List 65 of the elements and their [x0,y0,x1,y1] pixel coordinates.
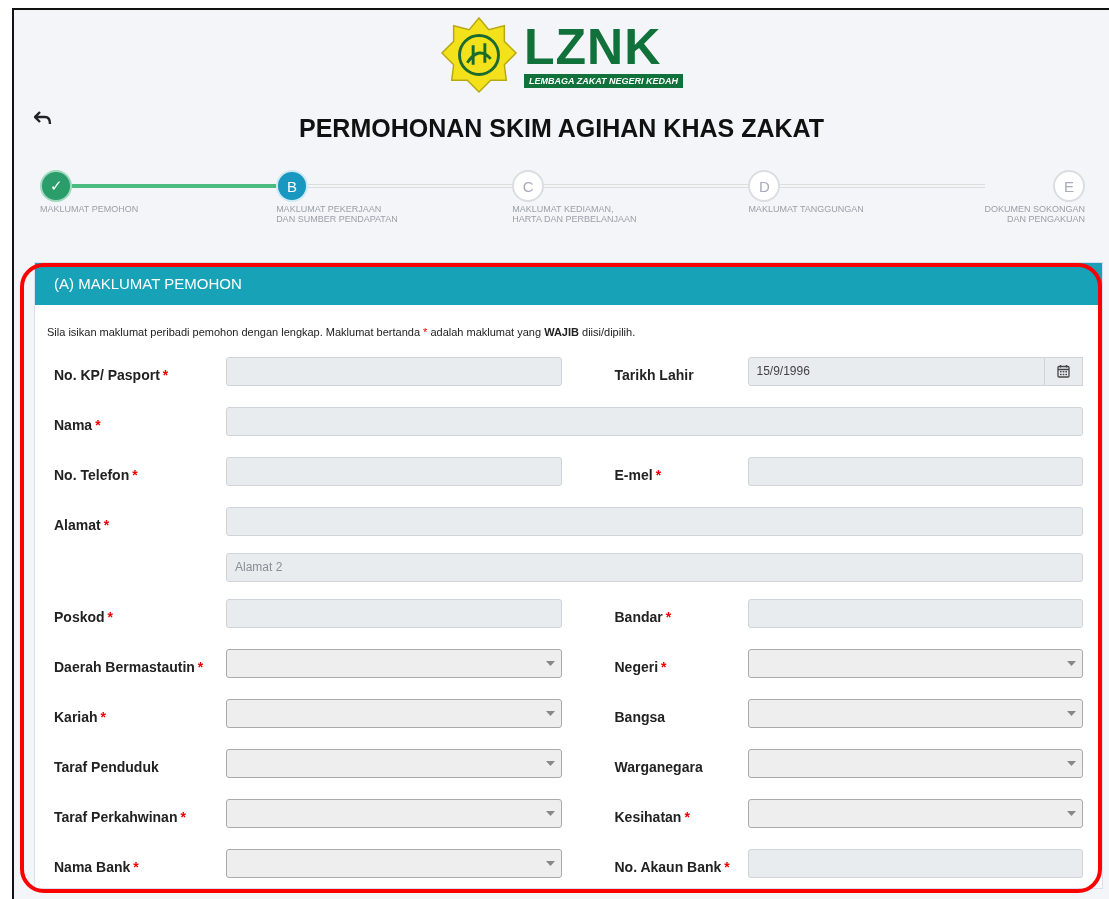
field-label: Bangsa [614,708,666,725]
input-field[interactable] [747,848,1083,878]
field-label: No. KP/ Pasport * [54,366,169,383]
step-circle[interactable]: B [276,170,309,202]
input-field[interactable] [226,356,562,386]
caret-icon [1067,660,1076,666]
field-label: Negeri * [614,658,667,675]
caret-icon [1067,760,1076,766]
emblem-icon [440,16,518,94]
field-label: Alamat * [54,516,110,533]
field-label: Warganegara [614,758,703,775]
caret-icon [545,660,555,666]
field-label: Taraf Penduduk [54,758,159,775]
calendar-icon [1057,364,1070,378]
step-circle[interactable]: ✓ [40,170,72,202]
dropdown-field[interactable] [226,848,562,878]
caret-icon [1067,810,1076,816]
step-circle[interactable]: C [512,170,545,202]
input-field[interactable] [747,598,1083,628]
step-label: MAKLUMAT PEKERJAAN DAN SUMBER PENDAPATAN [276,204,398,224]
caret-icon [545,710,555,716]
calendar-button[interactable] [1045,356,1083,386]
dropdown-field[interactable] [226,798,562,828]
dropdown-field[interactable] [747,748,1083,778]
caret-icon [545,860,555,866]
field-label: Bandar * [614,608,672,625]
input-field[interactable] [226,406,1083,436]
page-title: PERMOHONAN SKIM AGIHAN KHAS ZAKAT [299,114,824,143]
caret-icon [1067,710,1076,716]
step-circle[interactable]: D [748,170,781,202]
field-label: Daerah Bermastautin * [54,658,204,675]
dropdown-field[interactable] [747,648,1083,678]
caret-icon [545,760,555,766]
logo-tagline: LEMBAGA ZAKAT NEGERI KEDAH [524,74,683,88]
dropdown-field[interactable] [226,698,562,728]
input-field[interactable] [226,506,1083,536]
step-circle[interactable]: E [1053,170,1085,202]
dropdown-field[interactable] [747,698,1083,728]
field-label: E-mel * [614,466,662,483]
caret-icon [545,810,555,816]
dropdown-field[interactable] [747,798,1083,828]
field-label: Tarikh Lahir [614,366,694,383]
step-label: MAKLUMAT PEMOHON [40,204,139,214]
field-label: Taraf Perkahwinan * [54,808,186,825]
step-label: MAKLUMAT TANGGUNGAN [748,204,864,214]
logo-text: LZNK [524,22,662,72]
input-field[interactable] [226,456,562,486]
field-label: Kesihatan * [614,808,690,825]
field-label: Poskod * [54,608,114,625]
step-label: MAKLUMAT KEDIAMAN, HARTA DAN PERBELANJAAN [512,204,637,224]
input-field[interactable] [226,598,562,628]
dropdown-field[interactable] [226,648,562,678]
field-label: No. Telefon * [54,466,138,483]
input-field[interactable] [747,456,1083,486]
intro-text: Sila isikan maklumat peribadi pemohon dengan lengkap. Maklumat bertanda * adalah maklumat yang WAJIB diisi/dipilih. [47,326,637,338]
field-label: Nama Bank * [54,858,139,875]
step-label: DOKUMEN SOKONGAN DAN PENGAKUAN [984,204,1085,224]
dropdown-field[interactable] [226,748,562,778]
field-label: No. Akaun Bank * [614,858,730,875]
back-icon[interactable] [34,110,52,126]
input-field[interactable]: Alamat 2 [226,552,1083,582]
date-field[interactable]: 15/9/1996 [747,356,1045,386]
field-label: Kariah * [54,708,107,725]
field-label: Nama * [54,416,101,433]
panel-header: (A) MAKLUMAT PEMOHON [35,263,1102,305]
